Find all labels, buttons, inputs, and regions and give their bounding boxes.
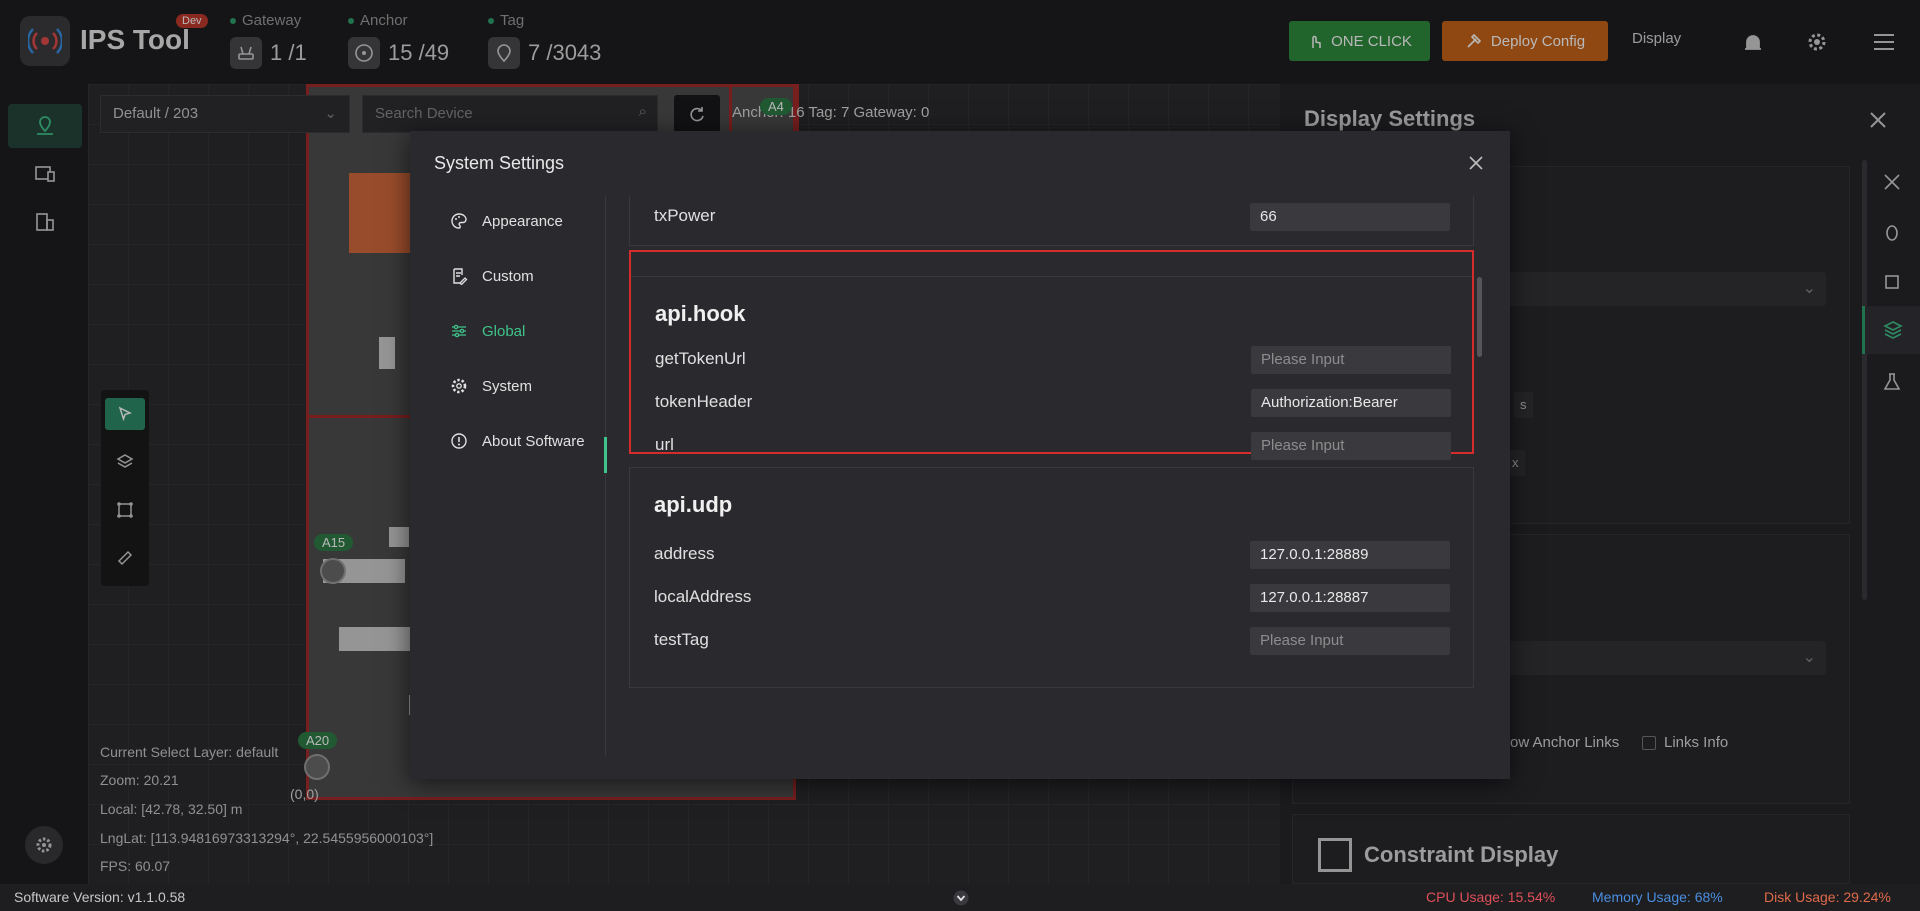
- test-tag-label: testTag: [654, 630, 709, 649]
- address-label: address: [654, 544, 715, 563]
- nav-system[interactable]: System: [450, 374, 532, 398]
- nav-global-label: Global: [482, 322, 526, 340]
- gear-icon: [451, 378, 467, 394]
- settings-nav: Appearance Custom Global System About So…: [410, 196, 606, 756]
- info-icon: [451, 433, 467, 449]
- sliders-icon: [452, 324, 466, 338]
- api-udp-title: api.udp: [654, 492, 733, 517]
- divider: [631, 276, 1472, 277]
- get-token-url-input[interactable]: Please Input: [1251, 346, 1451, 374]
- address-input[interactable]: 127.0.0.1:28889: [1250, 541, 1450, 569]
- local-address-input[interactable]: 127.0.0.1:28887: [1250, 584, 1450, 612]
- txpower-input[interactable]: 66: [1250, 203, 1450, 231]
- txpower-label: txPower: [654, 206, 716, 225]
- url-label: url: [655, 435, 674, 454]
- edit-doc-icon: [453, 268, 468, 285]
- modal-title: System Settings: [434, 153, 565, 173]
- api-hook-section: api.hook getTokenUrl Please Input tokenH…: [629, 250, 1474, 460]
- disk-usage: Disk Usage: 29.24%: [1764, 889, 1891, 905]
- nav-system-label: System: [482, 377, 533, 395]
- collapse-chevron-icon[interactable]: [946, 884, 976, 911]
- nav-active-indicator: [604, 437, 607, 473]
- content-scrollbar[interactable]: [1477, 277, 1482, 357]
- software-version: Software Version: v1.1.0.58: [14, 889, 186, 905]
- nav-appearance[interactable]: Appearance: [450, 209, 563, 233]
- settings-content: txPower 66 api.hook getTokenUrl Please I…: [618, 196, 1498, 756]
- nav-global[interactable]: Global: [450, 319, 525, 343]
- local-address-label: localAddress: [654, 587, 752, 606]
- get-token-url-label: getTokenUrl: [655, 349, 746, 368]
- nav-custom-label: Custom: [482, 267, 534, 285]
- system-settings-modal: System Settings Appearance Custom Global…: [410, 131, 1510, 779]
- nav-appearance-label: Appearance: [482, 212, 563, 230]
- token-header-input[interactable]: Authorization:Bearer: [1251, 389, 1451, 417]
- memory-usage: Memory Usage: 68%: [1592, 889, 1723, 905]
- test-tag-input[interactable]: Please Input: [1250, 627, 1450, 655]
- nav-about[interactable]: About Software: [450, 429, 585, 453]
- close-icon[interactable]: [1466, 153, 1486, 173]
- settings-section: txPower 66: [629, 196, 1474, 246]
- token-header-label: tokenHeader: [655, 392, 753, 411]
- palette-icon: [451, 213, 467, 229]
- url-input[interactable]: Please Input: [1251, 432, 1451, 460]
- cpu-usage: CPU Usage: 15.54%: [1426, 889, 1556, 905]
- api-hook-title: api.hook: [655, 301, 746, 326]
- api-udp-section: api.udp address 127.0.0.1:28889 localAdd…: [629, 467, 1474, 688]
- nav-custom[interactable]: Custom: [450, 264, 534, 288]
- nav-about-label: About Software: [482, 432, 585, 450]
